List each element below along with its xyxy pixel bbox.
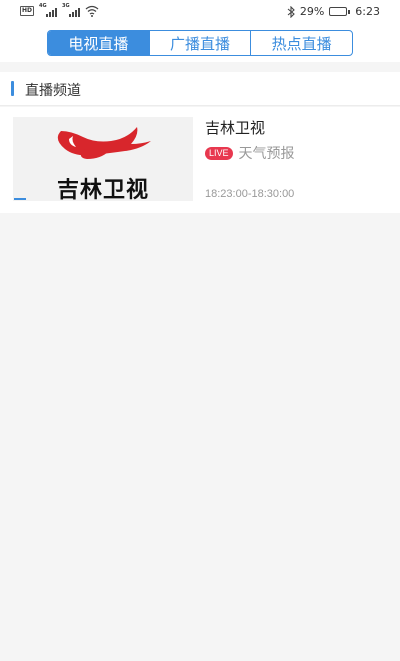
section-header: 直播频道	[0, 72, 400, 106]
channel-logo-text: 吉林卫视	[56, 178, 149, 201]
segmented-tabs: 电视直播 广播直播 热点直播	[47, 30, 353, 56]
signal-icon: 3G	[62, 3, 81, 17]
status-bar: HD 4G 3G 29% 6:23	[0, 0, 400, 24]
clock: 6:23	[355, 5, 380, 18]
channel-card[interactable]: 吉林卫视 吉林卫视 LIVE 天气预报 18:23:00-18:30:00	[0, 107, 400, 213]
bluetooth-icon	[287, 5, 295, 18]
thumbnail-indicator	[14, 198, 26, 200]
status-right: 29% 6:23	[287, 5, 380, 18]
live-badge: LIVE	[205, 146, 233, 160]
program-title: 天气预报	[238, 146, 295, 162]
channel-name[interactable]: 吉林卫视	[205, 117, 265, 138]
tab-bar: 电视直播 广播直播 热点直播	[0, 24, 400, 62]
tab-radio-live[interactable]: 广播直播	[150, 31, 252, 55]
tab-hot-live[interactable]: 热点直播	[251, 31, 352, 55]
battery-percent: 29%	[299, 5, 325, 18]
section-accent-bar	[11, 81, 14, 96]
now-playing-row: LIVE 天气预报	[205, 143, 295, 163]
channel-thumbnail[interactable]: 吉林卫视	[13, 117, 193, 201]
status-left: HD 4G 3G	[20, 3, 99, 17]
section-title: 直播频道	[25, 83, 81, 99]
hd-icon: HD	[20, 6, 35, 16]
battery-icon	[329, 7, 351, 16]
wifi-icon	[85, 5, 99, 17]
signal-icon: 4G	[39, 3, 58, 17]
tab-tv-live[interactable]: 电视直播	[48, 31, 150, 55]
program-time: 18:23:00-18:30:00	[205, 188, 295, 200]
